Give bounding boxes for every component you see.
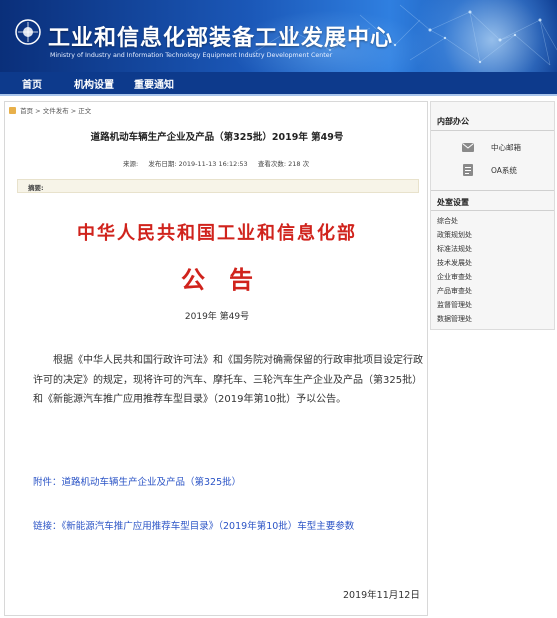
dept-item-general[interactable]: 综合处 bbox=[437, 216, 458, 226]
summary-label: 摘要: bbox=[28, 184, 44, 192]
notice-heading: 公告 bbox=[181, 265, 277, 294]
source-label: 来源: bbox=[123, 160, 139, 168]
breadcrumb-home[interactable]: 首页 bbox=[20, 107, 33, 115]
dept-item-standards[interactable]: 标准法规处 bbox=[437, 244, 472, 254]
attachment-line: 附件：道路机动车辆生产企业及产品（第325批） bbox=[33, 474, 241, 488]
sidebar: 内部办公 中心邮箱 OA系统 处室设置 综合处 政策规划处 标准法规处 技术发展… bbox=[430, 101, 555, 330]
link-label: 链接： bbox=[33, 521, 62, 532]
department-heading: 处室设置 bbox=[437, 198, 469, 207]
article-meta: 来源: 发布日期: 2019-11-13 16:12:53 查看次数: 218 … bbox=[123, 158, 309, 168]
breadcrumb: 首页 > 文件发布 > 正文 bbox=[9, 105, 91, 115]
attachment-link[interactable]: 道路机动车辆生产企业及产品（第325批） bbox=[62, 477, 242, 488]
site-title: 工业和信息化部装备工业发展中心 bbox=[48, 26, 394, 51]
summary-box: 摘要: bbox=[17, 179, 419, 193]
attachment-label: 附件： bbox=[33, 477, 62, 488]
nav-item-home[interactable]: 首页 bbox=[22, 76, 42, 91]
dept-item-product-review[interactable]: 产品审查处 bbox=[437, 286, 472, 296]
oa-icon bbox=[463, 164, 473, 176]
sidebar-divider bbox=[431, 210, 554, 211]
emblem-logo bbox=[15, 19, 41, 45]
signing-date: 2019年11月12日 bbox=[343, 590, 420, 601]
site-subtitle: Ministry of Industry and Information Tec… bbox=[50, 52, 333, 59]
publish-date-label: 发布日期: bbox=[148, 160, 177, 168]
mail-icon bbox=[462, 143, 474, 152]
views-label: 查看次数: bbox=[257, 160, 287, 168]
article-panel: 首页 > 文件发布 > 正文 道路机动车辆生产企业及产品（第325批）2019年… bbox=[4, 101, 428, 616]
home-icon bbox=[9, 107, 16, 114]
publish-date-value: 2019-11-13 16:12:53 bbox=[178, 160, 248, 168]
nav-item-organization[interactable]: 机构设置 bbox=[74, 76, 114, 91]
breadcrumb-current: 正文 bbox=[78, 107, 92, 115]
sidebar-divider bbox=[431, 190, 554, 191]
dept-item-technology[interactable]: 技术发展处 bbox=[437, 258, 472, 268]
quick-link-mail[interactable]: 中心邮箱 bbox=[491, 142, 521, 153]
dept-item-supervision[interactable]: 监督管理处 bbox=[437, 300, 472, 310]
main-nav: 首页 机构设置 重要通知 bbox=[0, 72, 557, 96]
article-body: 根据《中华人民共和国行政许可法》和《国务院对确需保留的行政审批项目设定行政许可的… bbox=[33, 355, 423, 405]
views-value: 218 次 bbox=[288, 160, 310, 168]
issuer-heading: 中华人民共和国工业和信息化部 bbox=[77, 223, 357, 244]
document-number: 2019年 第49号 bbox=[184, 312, 250, 322]
dept-item-enterprise-review[interactable]: 企业审查处 bbox=[437, 272, 472, 282]
related-link[interactable]: 《新能源汽车推广应用推荐车型目录》（2019年第10批）车型主要参数 bbox=[62, 521, 355, 532]
sidebar-divider bbox=[431, 130, 554, 131]
dept-item-data-management[interactable]: 数据管理处 bbox=[437, 314, 472, 324]
internal-office-heading: 内部办公 bbox=[437, 117, 469, 126]
breadcrumb-separator: > bbox=[35, 107, 41, 115]
nav-item-notices[interactable]: 重要通知 bbox=[134, 76, 174, 91]
dept-item-policy-planning[interactable]: 政策规划处 bbox=[437, 230, 472, 240]
breadcrumb-file-release[interactable]: 文件发布 bbox=[43, 107, 69, 115]
article-title: 道路机动车辆生产企业及产品（第325批）2019年 第49号 bbox=[90, 132, 344, 143]
breadcrumb-separator: > bbox=[70, 107, 77, 115]
related-link-line: 链接：《新能源汽车推广应用推荐车型目录》（2019年第10批）车型主要参数 bbox=[33, 518, 354, 532]
header-banner: 工业和信息化部装备工业发展中心 Ministry of Industry and… bbox=[0, 0, 557, 72]
quick-link-oa[interactable]: OA系统 bbox=[491, 165, 517, 176]
